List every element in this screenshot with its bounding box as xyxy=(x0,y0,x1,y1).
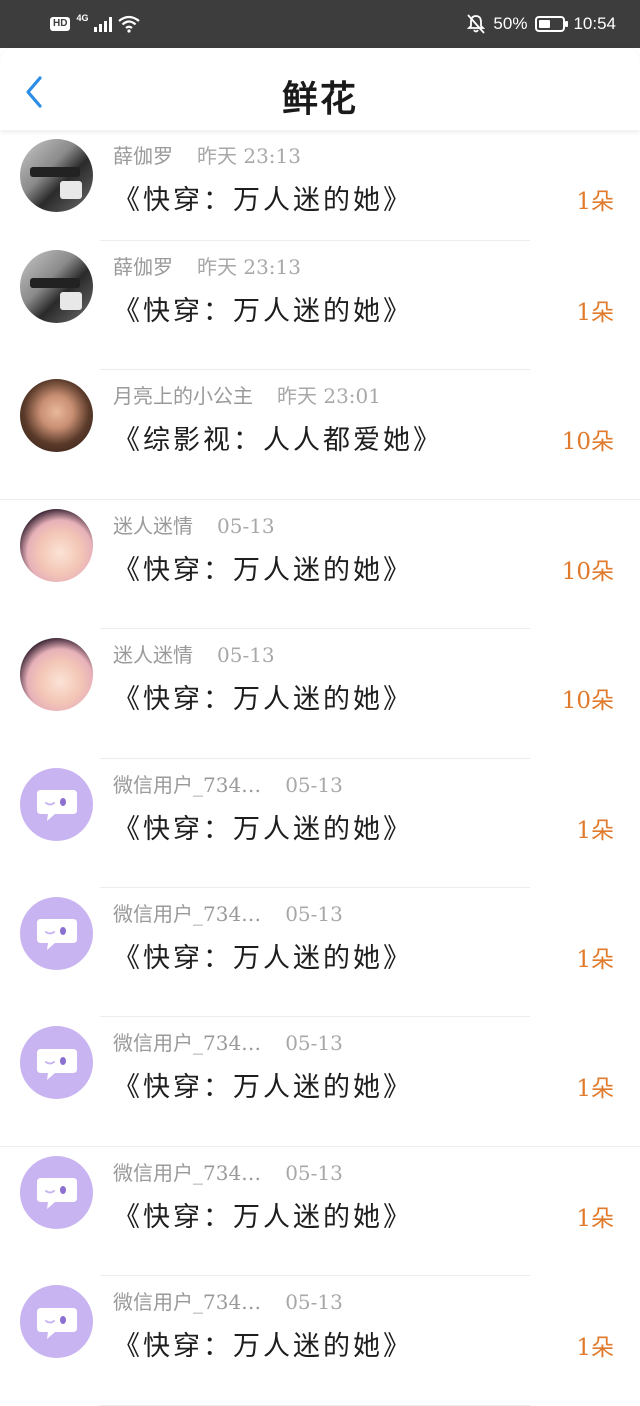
chat-bubble-icon xyxy=(36,1307,77,1339)
timestamp: 05-13 xyxy=(285,1160,343,1185)
avatar[interactable] xyxy=(20,508,93,582)
signal-icon xyxy=(94,16,113,32)
status-right: 50% 10:54 xyxy=(467,12,616,36)
wifi-icon xyxy=(118,15,141,33)
item-meta: 月亮上的小公主 昨天 23:01 xyxy=(113,380,381,409)
book-title[interactable]: 《综影视：人人都爱她》 xyxy=(113,418,443,457)
user-name[interactable]: 微信用户_734… xyxy=(113,898,261,927)
book-title[interactable]: 《快穿：万人迷的她》 xyxy=(113,1324,413,1363)
item-meta: 微信用户_734… 05-13 xyxy=(113,898,343,927)
book-title[interactable]: 《快穿：万人迷的她》 xyxy=(113,677,413,716)
list-item[interactable]: 微信用户_734… 05-13 《快穿：万人迷的她》 1朵 xyxy=(0,888,640,1018)
avatar[interactable] xyxy=(20,767,93,841)
user-name[interactable]: 月亮上的小公主 xyxy=(113,380,253,409)
timestamp: 05-13 xyxy=(285,1031,343,1056)
chat-bubble-icon xyxy=(36,1178,77,1210)
item-meta: 迷人迷情 05-13 xyxy=(113,510,275,539)
user-name[interactable]: 迷人迷情 xyxy=(113,510,193,539)
user-name[interactable]: 薛伽罗 xyxy=(113,140,173,169)
user-name[interactable]: 微信用户_734… xyxy=(113,1286,261,1315)
avatar[interactable] xyxy=(20,1285,93,1359)
item-meta: 薛伽罗 昨天 23:13 xyxy=(113,251,301,280)
chat-bubble-icon xyxy=(36,1048,77,1080)
book-title[interactable]: 《快穿：万人迷的她》 xyxy=(113,289,413,328)
item-meta: 微信用户_734… 05-13 xyxy=(113,769,343,798)
list-item[interactable]: 迷人迷情 05-13 《快穿：万人迷的她》 10朵 xyxy=(0,500,640,630)
book-title[interactable]: 《快穿：万人迷的她》 xyxy=(113,548,413,587)
battery-fill xyxy=(539,20,551,28)
flower-count: 1朵 xyxy=(576,300,614,326)
book-title[interactable]: 《快穿：万人迷的她》 xyxy=(113,807,413,846)
status-bar: HD 4G 50% 10:54 xyxy=(0,0,640,48)
flower-count: 10朵 xyxy=(561,558,614,585)
timestamp: 05-13 xyxy=(285,1290,343,1315)
user-name[interactable]: 微信用户_734… xyxy=(113,1157,261,1186)
avatar[interactable] xyxy=(20,139,93,212)
book-title[interactable]: 《快穿：万人迷的她》 xyxy=(113,1195,413,1234)
avatar[interactable] xyxy=(20,1155,93,1229)
timestamp: 昨天 23:01 xyxy=(277,384,381,409)
user-name[interactable]: 微信用户_734… xyxy=(113,1027,261,1056)
flower-count: 1朵 xyxy=(576,1076,614,1103)
user-name[interactable]: 微信用户_734… xyxy=(113,769,261,798)
flower-count: 10朵 xyxy=(561,688,614,715)
flower-count: 1朵 xyxy=(576,1205,614,1232)
chat-bubble-icon xyxy=(36,790,77,822)
item-meta: 迷人迷情 05-13 xyxy=(113,639,275,668)
avatar[interactable] xyxy=(20,379,93,453)
battery-icon xyxy=(535,16,569,32)
list-item[interactable]: 薛伽罗 昨天 23:13 《快穿：万人迷的她》 1朵 xyxy=(0,130,640,241)
timestamp: 05-13 xyxy=(217,643,275,668)
item-meta: 薛伽罗 昨天 23:13 xyxy=(113,140,301,169)
user-name[interactable]: 薛伽罗 xyxy=(113,251,173,280)
clock: 10:54 xyxy=(573,14,616,33)
page-title: 鲜花 xyxy=(281,78,358,120)
chat-bubble-icon xyxy=(36,919,77,951)
timestamp: 05-13 xyxy=(285,901,343,926)
avatar[interactable] xyxy=(20,638,93,712)
network-type: 4G xyxy=(76,13,89,23)
status-left: HD 4G xyxy=(50,12,141,36)
list-item[interactable]: 微信用户_734… 05-13 《快穿：万人迷的她》 1朵 xyxy=(0,1276,640,1406)
battery-percent: 50% xyxy=(493,14,528,33)
flower-count: 1朵 xyxy=(576,946,614,973)
book-title[interactable]: 《快穿：万人迷的她》 xyxy=(113,936,413,975)
item-meta: 微信用户_734… 05-13 xyxy=(113,1157,343,1186)
avatar[interactable] xyxy=(20,896,93,970)
flower-count: 1朵 xyxy=(576,1335,614,1362)
user-name[interactable]: 迷人迷情 xyxy=(113,639,193,668)
timestamp: 昨天 23:13 xyxy=(197,144,301,168)
timestamp: 05-13 xyxy=(285,772,343,797)
timestamp: 昨天 23:13 xyxy=(197,255,301,279)
flower-count: 10朵 xyxy=(561,429,614,456)
avatar[interactable] xyxy=(20,1026,93,1100)
nav-bar: 鲜花 xyxy=(0,48,640,130)
flower-count: 1朵 xyxy=(576,817,614,844)
list-item[interactable]: 薛伽罗 昨天 23:13 《快穿：万人迷的她》 1朵 xyxy=(0,241,640,371)
item-meta: 微信用户_734… 05-13 xyxy=(113,1027,343,1056)
list-item[interactable]: 微信用户_734… 05-13 《快穿：万人迷的她》 1朵 xyxy=(0,759,640,888)
divider xyxy=(100,1404,530,1406)
list-item[interactable]: 迷人迷情 05-13 《快穿：万人迷的她》 10朵 xyxy=(0,629,640,759)
timestamp: 05-13 xyxy=(217,513,275,538)
item-meta: 微信用户_734… 05-13 xyxy=(113,1286,343,1315)
flower-list: 薛伽罗 昨天 23:13 《快穿：万人迷的她》 1朵 薛伽罗 昨天 23:13 《快穿：万人… xyxy=(0,130,640,1406)
list-item[interactable]: 微信用户_734… 05-13 《快穿：万人迷的她》 1朵 xyxy=(0,1147,640,1277)
bell-muted-icon xyxy=(467,14,486,34)
avatar[interactable] xyxy=(20,250,93,323)
list-item[interactable]: 微信用户_734… 05-13 《快穿：万人迷的她》 1朵 xyxy=(0,1017,640,1147)
flower-count: 1朵 xyxy=(576,189,614,215)
hd-badge: HD xyxy=(50,17,71,31)
book-title[interactable]: 《快穿：万人迷的她》 xyxy=(113,1065,413,1104)
list-item[interactable]: 月亮上的小公主 昨天 23:01 《综影视：人人都爱她》 10朵 xyxy=(0,370,640,500)
book-title[interactable]: 《快穿：万人迷的她》 xyxy=(113,178,413,217)
